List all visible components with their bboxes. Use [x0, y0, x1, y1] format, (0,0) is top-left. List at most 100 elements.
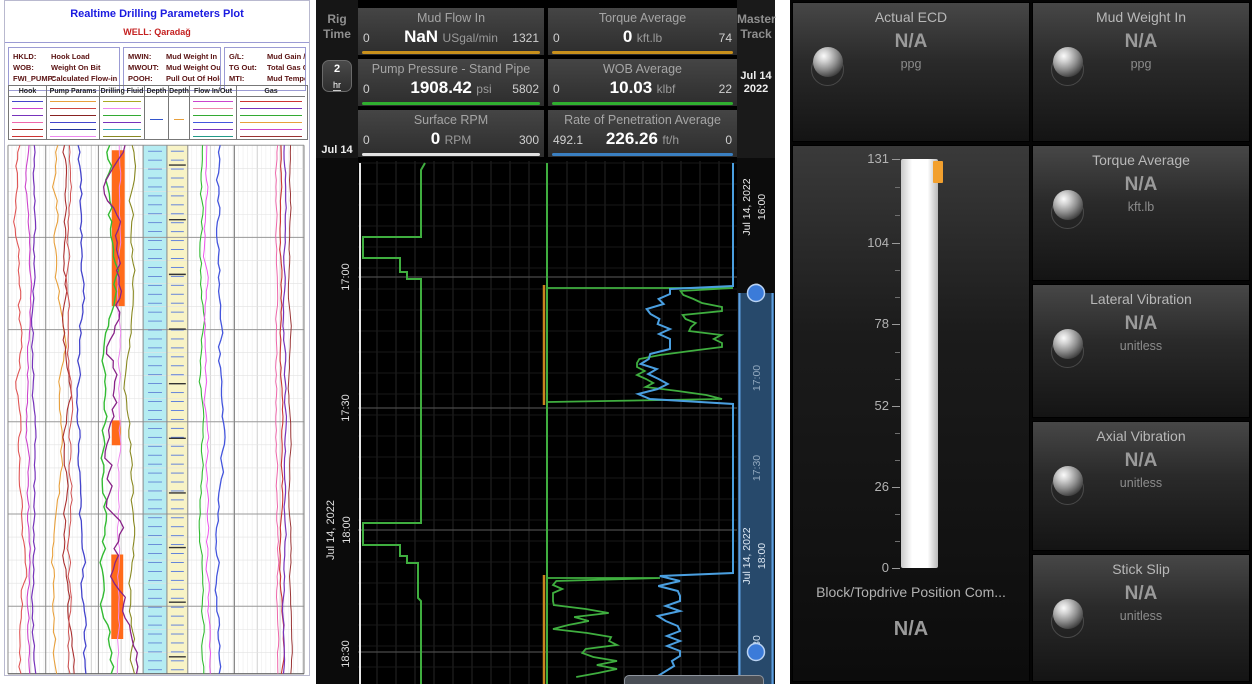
time-window-value: 2	[323, 63, 351, 75]
legend-label: Mud Gain / Loss	[267, 51, 306, 62]
horizontal-scrollbar[interactable]	[624, 675, 764, 684]
svg-text:18:30: 18:30	[340, 640, 352, 668]
status-orb-icon[interactable]	[1053, 466, 1083, 496]
gauge-label: Block/Topdrive Position Com...	[793, 584, 1029, 600]
rig-time-panel: Rig Time 2 hr Jul 14 2022 Master Track J…	[316, 0, 775, 684]
legend-label: Total Gas Out	[267, 62, 306, 73]
tile-title: Actual ECD	[793, 9, 1029, 31]
status-orb-icon[interactable]	[813, 47, 843, 77]
tile-actual-ecd[interactable]: Actual ECD N/A ppg	[792, 2, 1030, 142]
gauge-tick-label: 0	[855, 560, 889, 575]
scale-col-flow-in-out: Flow In/Out	[190, 86, 237, 139]
scale-col-gas: Gas	[237, 86, 305, 139]
realtime-plot-panel: Realtime Drilling Parameters Plot WELL: …	[4, 0, 310, 676]
tile-stick-slip[interactable]: Stick Slip N/A unitless	[1032, 554, 1250, 682]
gauge-tick-label: 131	[855, 151, 889, 166]
drilling-dashboard: Realtime Drilling Parameters Plot WELL: …	[0, 0, 1252, 684]
tile-axial-vibration[interactable]: Axial Vibration N/A unitless	[1032, 421, 1250, 551]
tile-title: Axial Vibration	[1033, 428, 1249, 450]
track-scale-table: HookPump ParamsDrilling FluidDepthDepthF…	[8, 85, 308, 140]
legend-label: Weight On Bit	[51, 62, 100, 73]
gauge-surface-rpm: Surface RPM 0 0 RPM 300	[358, 110, 544, 157]
time-axis: 17:0017:30Jul 14, 202218:0018:30	[316, 158, 358, 684]
gauge-title: Surface RPM	[358, 113, 544, 129]
legend-label: Pull Out Of Hole	[166, 73, 221, 84]
block-position-gauge: 1311047852260 Block/Topdrive Position Co…	[792, 145, 1030, 682]
master-track[interactable]: Jul 14, 202216:003017:0017:30Jul 14, 202…	[737, 158, 775, 684]
gauge-title: Pump Pressure - Stand Pipe	[358, 62, 544, 78]
gauge-value: N/A	[793, 618, 1029, 641]
legend-abbr: WOB:	[13, 62, 51, 73]
legend-abbr: G/L:	[229, 51, 267, 62]
gauge-title: Rate of Penetration Average	[548, 113, 737, 129]
tile-lateral-vibration[interactable]: Lateral Vibration N/A unitless	[1032, 284, 1250, 418]
gauge-title: Mud Flow In	[358, 11, 544, 27]
gauge-max: 74	[719, 31, 732, 45]
gauge-tick-label: 26	[855, 479, 889, 494]
gauge-value: 0	[431, 129, 440, 148]
gauge-wob-average: WOB Average 0 10.03 klbf 22	[548, 59, 737, 106]
legend-abbr: MWOUT:	[128, 62, 166, 73]
gauge-color-bar	[362, 153, 540, 156]
legend-abbr: TG Out:	[229, 62, 267, 73]
svg-text:17:30: 17:30	[340, 394, 352, 422]
tile-title: Lateral Vibration	[1033, 291, 1249, 313]
gauge-value: 1908.42	[410, 78, 471, 97]
gauge-max: 300	[519, 133, 539, 147]
status-orb-icon[interactable]	[1053, 190, 1083, 220]
gauge-marker	[933, 161, 943, 183]
gauge-value: 10.03	[610, 78, 653, 97]
gauge-unit: klbf	[657, 82, 676, 96]
svg-text:17:00: 17:00	[751, 365, 763, 391]
rig-time-label: Rig Time	[316, 12, 358, 42]
status-orb-icon[interactable]	[1053, 47, 1083, 77]
gauge-torque-average: Torque Average 0 0 kft.lb 74	[548, 8, 737, 55]
tile-title: Torque Average	[1033, 152, 1249, 174]
master-track-date: Jul 14 2022	[737, 70, 775, 96]
status-orb-icon[interactable]	[1053, 329, 1083, 359]
gauge-rop-average: Rate of Penetration Average 492.1 226.26…	[548, 110, 737, 157]
svg-text:18:00: 18:00	[756, 543, 768, 569]
scale-col-hook: Hook	[9, 86, 47, 139]
time-window-unit: hr	[333, 80, 341, 91]
legend-label: Mud Weight In	[166, 51, 217, 62]
tile-mud-weight-in[interactable]: Mud Weight In N/A ppg	[1032, 2, 1250, 142]
legend-abbr: HKLD:	[13, 51, 51, 62]
tile-title: Stick Slip	[1033, 561, 1249, 583]
gauge-value: 226.26	[606, 129, 658, 148]
master-track-handle-top[interactable]	[748, 285, 765, 302]
svg-text:Jul 14, 2022: Jul 14, 2022	[741, 178, 753, 235]
status-orb-icon[interactable]	[1053, 599, 1083, 629]
gauge-title: Torque Average	[548, 11, 737, 27]
legend-abbr: POOH:	[128, 73, 166, 84]
legend-abbr: MWIN:	[128, 51, 166, 62]
svg-text:16:00: 16:00	[756, 194, 768, 220]
gauge-value: 0	[623, 27, 632, 46]
gauge-max: 22	[719, 82, 732, 96]
legend-label: Mud Weight Out	[166, 62, 221, 73]
svg-text:Jul 14, 2022: Jul 14, 2022	[325, 500, 337, 560]
gauge-color-bar	[552, 51, 733, 54]
gauge-unit: kft.lb	[637, 31, 662, 45]
gauge-max: 1321	[512, 31, 539, 45]
scale-col-pump-params: Pump Params	[47, 86, 100, 139]
gauge-color-bar	[362, 51, 540, 54]
tile-title: Mud Weight In	[1033, 9, 1249, 31]
strip-chart[interactable]	[358, 158, 737, 684]
master-track-handle-bottom[interactable]	[748, 644, 765, 661]
legend-abbr: FWI_PUMP:	[13, 73, 51, 84]
gauge-bar	[901, 159, 938, 568]
gauge-tick-label: 78	[855, 316, 889, 331]
gauge-unit: psi	[476, 82, 491, 96]
scale-col-depth: Depth	[145, 86, 169, 139]
tile-torque-average[interactable]: Torque Average N/A kft.lb	[1032, 145, 1250, 281]
legend-label: Hook Load	[51, 51, 90, 62]
gauge-max: 0	[725, 133, 732, 147]
legend-label: Mud Temperature In	[267, 73, 306, 84]
svg-text:18:00: 18:00	[341, 516, 353, 544]
time-window-button[interactable]: 2 hr	[322, 60, 352, 92]
scale-col-drilling-fluid: Drilling Fluid	[100, 86, 145, 139]
gauge-tick-label: 52	[855, 398, 889, 413]
gauge-color-bar	[552, 102, 733, 105]
gauge-max: 5802	[512, 82, 539, 96]
